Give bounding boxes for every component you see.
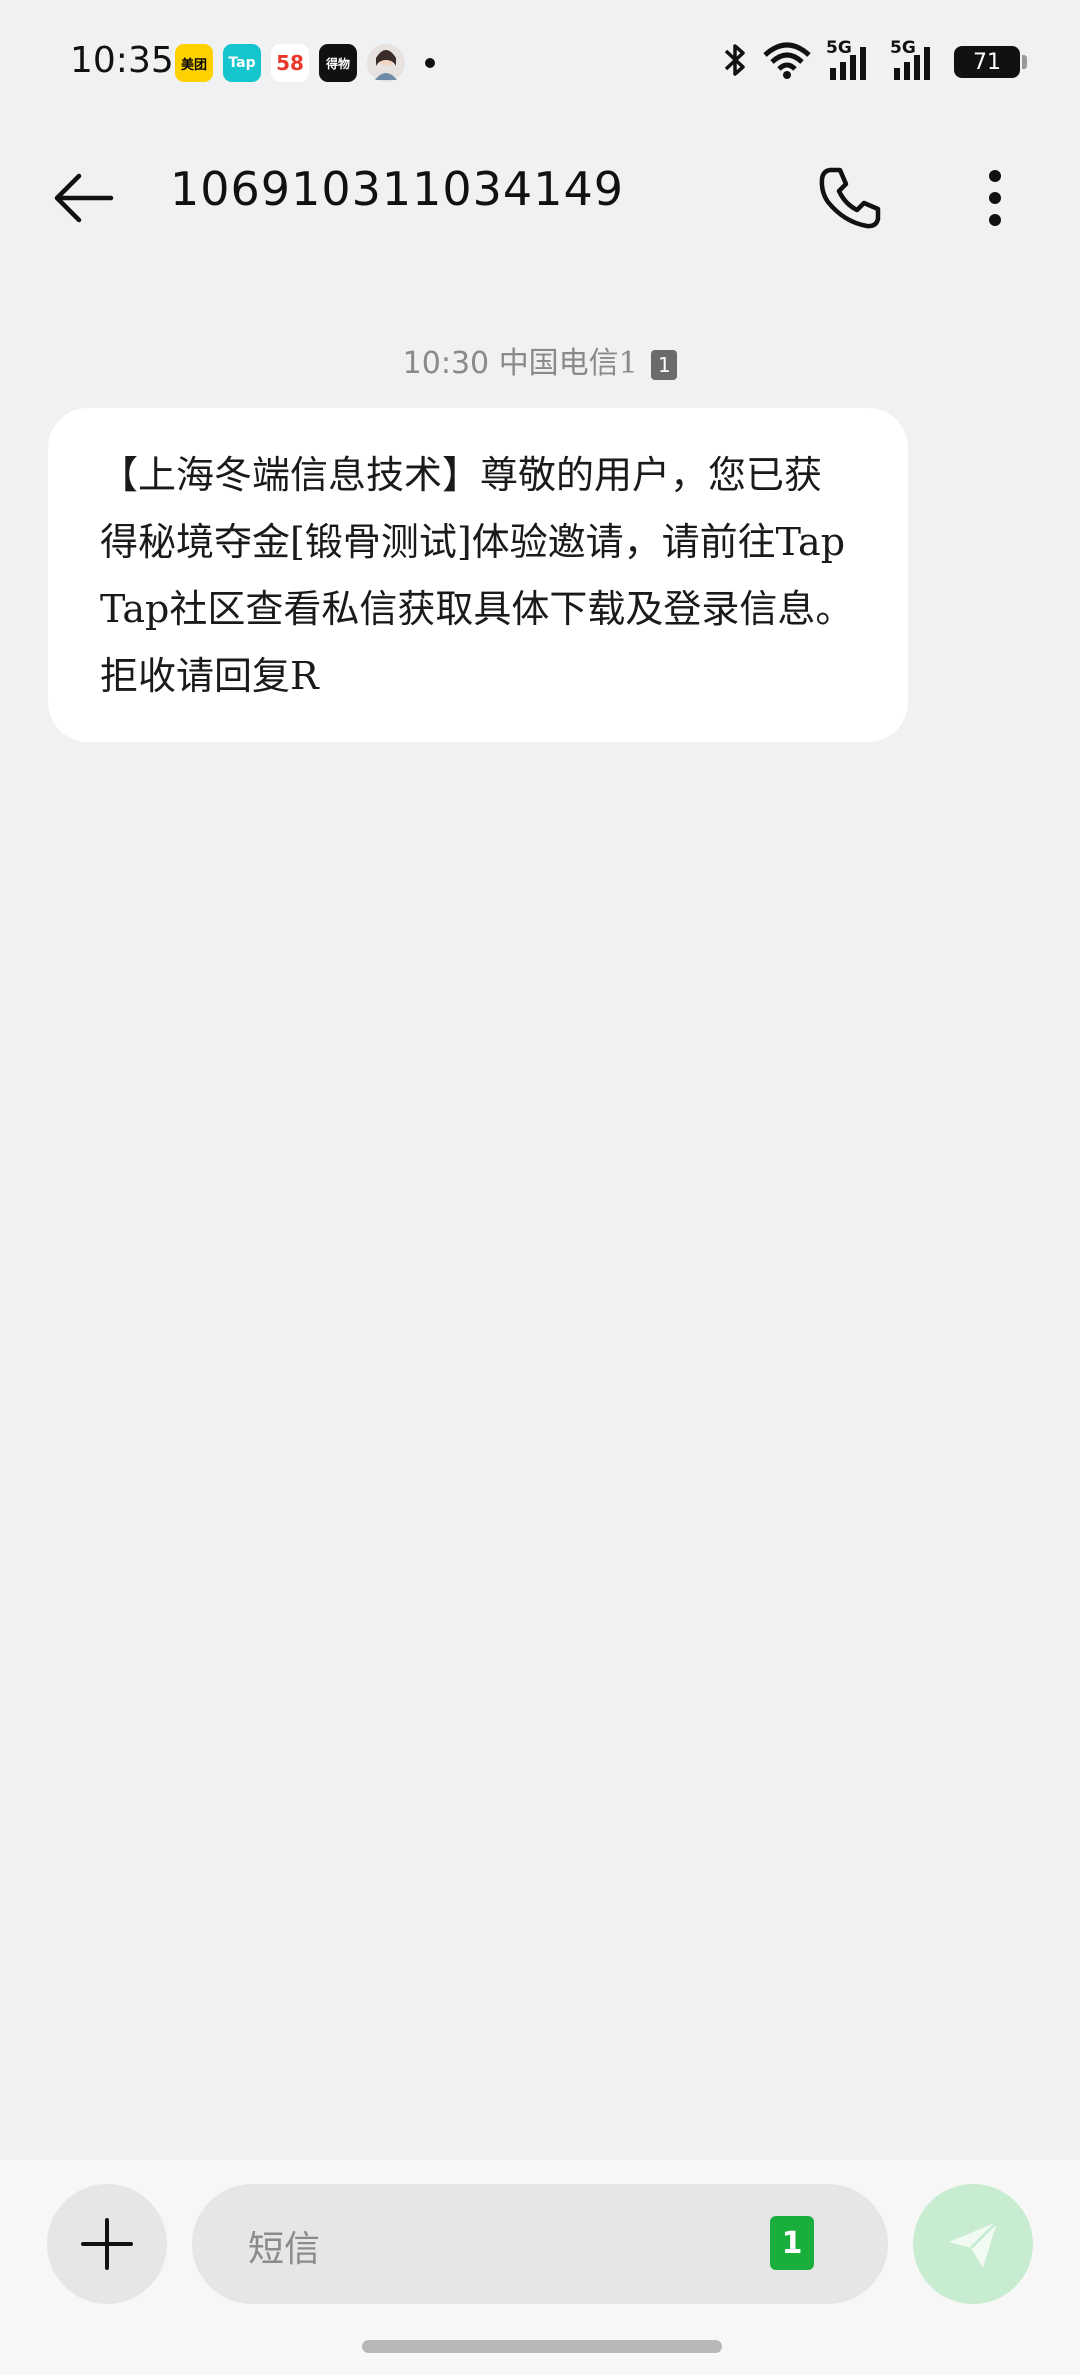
battery-icon: 71 [954,46,1027,78]
message-text: 【上海冬端信息技术】尊敬的用户，您已获得秘境夺金[锻骨测试]体验邀请，请前往Ta… [100,453,854,698]
add-attachment-button[interactable] [47,2184,167,2304]
taptap-icon: Tap [223,44,261,82]
send-button[interactable] [913,2184,1033,2304]
meituan-icon: 美团 [175,44,213,82]
status-time: 10:35 [70,40,174,81]
call-button[interactable] [810,158,890,238]
status-bar: 10:35 美团 Tap 58 得物 5G 5G 71 [0,0,1080,130]
more-vertical-icon [989,170,1001,226]
back-button[interactable] [45,160,120,235]
avatar-icon [367,44,405,82]
contact-number: 106910311034149 [170,162,624,216]
back-arrow-icon [54,173,113,222]
plus-icon [81,2218,133,2270]
message-bubble[interactable]: 【上海冬端信息技术】尊敬的用户，您已获得秘境夺金[锻骨测试]体验邀请，请前往Ta… [48,408,908,742]
send-icon [949,2220,999,2268]
more-options-button[interactable] [965,158,1025,238]
cellular-signal-icon-1: 5G [826,38,876,82]
dewu-icon: 得物 [319,44,357,82]
58-icon: 58 [271,44,309,82]
message-input-placeholder: 短信 [248,2229,321,2270]
cellular-signal-icon-2: 5G [890,38,940,82]
message-input[interactable]: 短信 1 [192,2184,888,2304]
conversation-header: 106910311034149 [0,150,1080,240]
system-icons: 5G 5G 71 [722,38,1027,84]
wifi-icon [762,40,812,84]
notification-icons: 美团 Tap 58 得物 [175,44,435,82]
home-indicator[interactable] [362,2340,722,2353]
message-carrier: 中国电信1 [498,346,638,381]
sim-selector[interactable]: 1 [770,2216,814,2270]
message-time: 10:30 [402,346,490,381]
sim-badge: 1 [651,349,678,380]
message-meta: 10:30 中国电信1 1 [0,338,1080,382]
more-notifications-dot [425,58,435,68]
phone-icon [819,167,881,229]
bluetooth-icon [722,40,748,84]
